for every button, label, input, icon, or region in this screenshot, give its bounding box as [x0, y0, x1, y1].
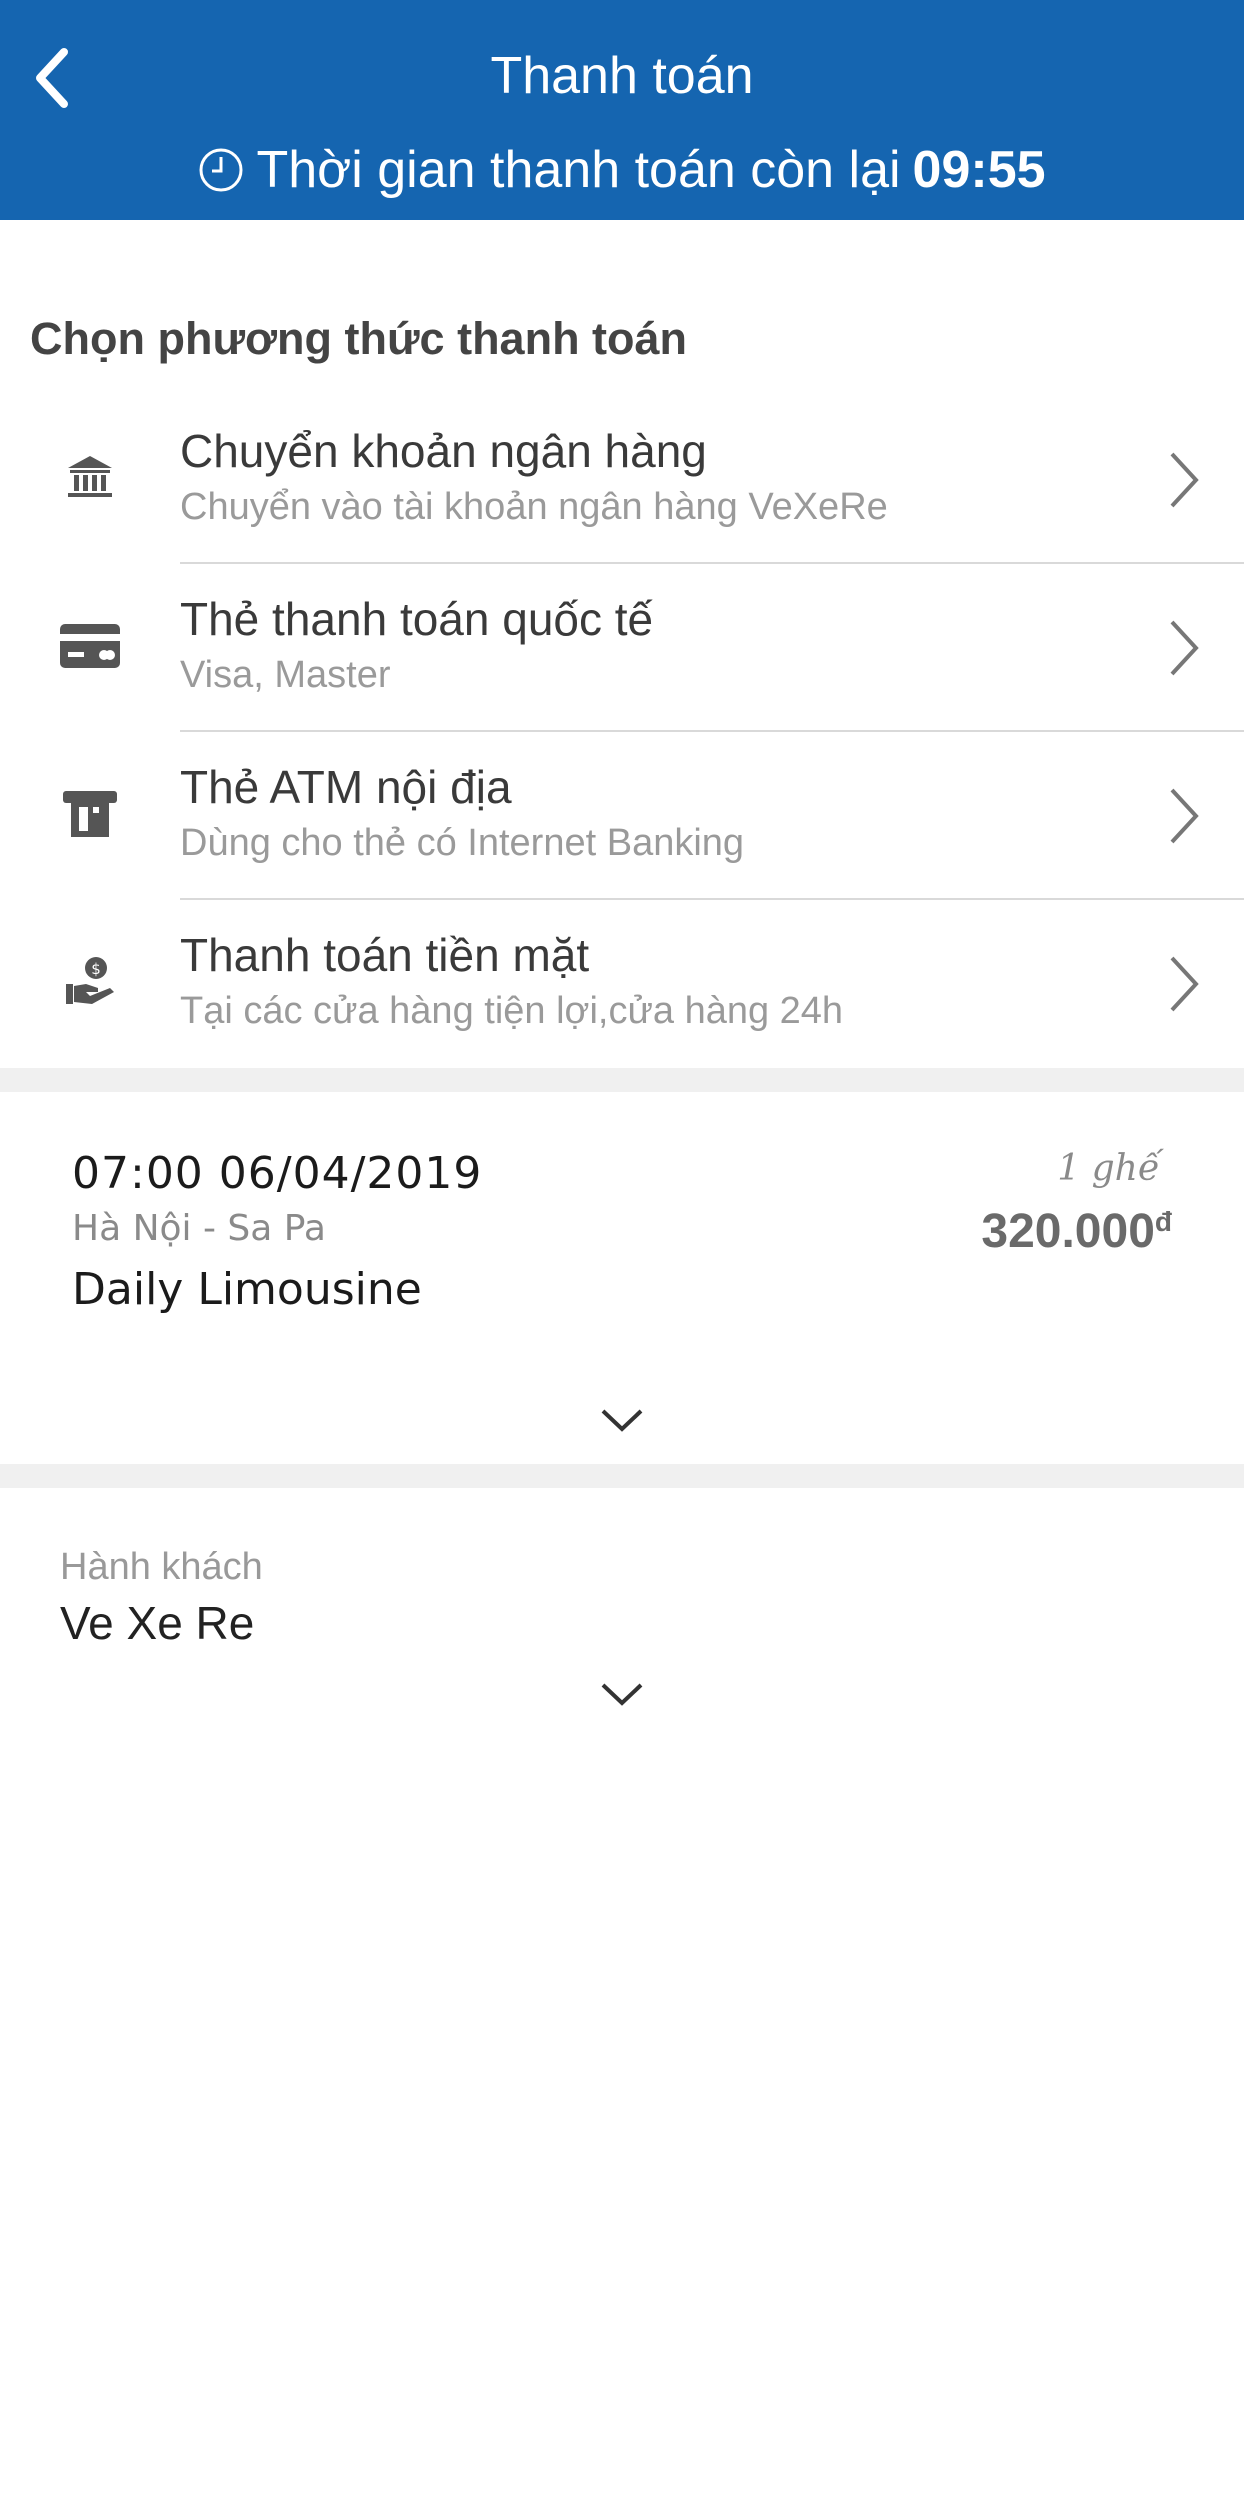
- method-title: Thẻ ATM nội địa: [180, 761, 512, 813]
- method-subtitle: Tại các cửa hàng tiện lợi,cửa hàng 24h: [180, 990, 844, 1032]
- trip-summary: 07:00 06/04/2019 Hà Nội - Sa Pa Daily Li…: [0, 1092, 1244, 1462]
- svg-text:$: $: [91, 960, 101, 978]
- atm-icon: [63, 791, 117, 837]
- method-subtitle: Chuyển vào tài khoản ngân hàng VeXeRe: [180, 486, 888, 528]
- payment-method-atm-card[interactable]: Thẻ ATM nội địa Dùng cho thẻ có Internet…: [0, 732, 1244, 900]
- passenger-label: Hành khách: [60, 1546, 263, 1588]
- price-value: 320.000: [981, 1205, 1155, 1258]
- method-title: Thẻ thanh toán quốc tế: [180, 593, 654, 645]
- section-separator: [0, 1068, 1244, 1092]
- chevron-right-icon: [1170, 788, 1199, 844]
- chevron-down-icon: [601, 1683, 643, 1706]
- payment-section-title: Chọn phương thức thanh toán: [30, 313, 688, 364]
- method-subtitle: Dùng cho thẻ có Internet Banking: [180, 822, 745, 864]
- expand-passenger-button[interactable]: [592, 1674, 652, 1714]
- credit-card-icon: [60, 624, 120, 668]
- page-title: Thanh toán: [490, 47, 754, 105]
- passenger-name: Ve Xe Re: [60, 1597, 255, 1649]
- clock-icon: [199, 148, 243, 192]
- seat-count: 1 ghế: [1057, 1148, 1160, 1189]
- cash-hand-icon: $: [66, 957, 114, 1004]
- payment-method-bank-transfer[interactable]: Chuyển khoản ngân hàng Chuyển vào tài kh…: [0, 396, 1244, 564]
- chevron-right-icon: [1170, 452, 1199, 508]
- chevron-down-icon: [601, 1409, 643, 1432]
- timer-value: 09:55: [912, 141, 1046, 199]
- section-separator: [0, 1464, 1244, 1488]
- method-subtitle: Visa, Master: [180, 654, 391, 696]
- chevron-right-icon: [1170, 620, 1199, 676]
- expand-trip-button[interactable]: [592, 1400, 652, 1440]
- trip-price: 320.000đ: [981, 1204, 1172, 1259]
- passenger-info: Hành khách Ve Xe Re: [0, 1488, 1244, 1738]
- bus-company: Daily Limousine: [72, 1264, 422, 1315]
- trip-route: Hà Nội - Sa Pa: [72, 1208, 326, 1249]
- payment-method-cash[interactable]: $ Thanh toán tiền mặt Tại các cửa hàng t…: [0, 900, 1244, 1068]
- bank-icon: [68, 456, 112, 497]
- timer-label: Thời gian thanh toán còn lại: [256, 141, 901, 199]
- payment-timer: Thời gian thanh toán còn lại 09:55: [0, 132, 1244, 208]
- method-title: Chuyển khoản ngân hàng: [180, 425, 707, 477]
- chevron-right-icon: [1170, 956, 1199, 1012]
- currency-symbol: đ: [1154, 1206, 1172, 1237]
- app-header: Thanh toán Thời gian thanh toán còn lại …: [0, 0, 1244, 220]
- payment-method-international-card[interactable]: Thẻ thanh toán quốc tế Visa, Master: [0, 564, 1244, 732]
- trip-datetime: 07:00 06/04/2019: [72, 1148, 483, 1199]
- method-title: Thanh toán tiền mặt: [180, 929, 590, 981]
